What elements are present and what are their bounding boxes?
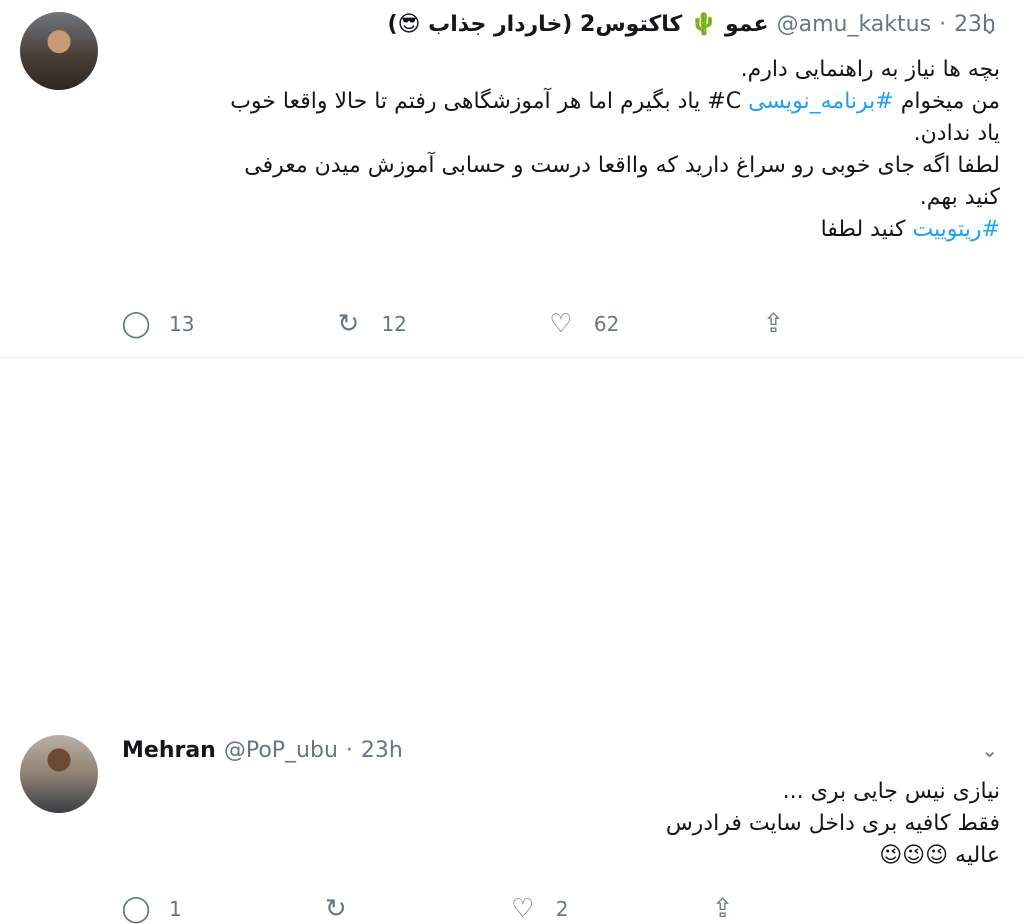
- display-name[interactable]: عمو 🌵 کاکتوس2 (خاردار جذاب 😎): [388, 12, 769, 37]
- share-button[interactable]: ⇪: [758, 309, 788, 339]
- avatar[interactable]: [20, 12, 98, 90]
- retweet-icon: ↻: [324, 894, 347, 924]
- tweet-line: نیازی نیس جایی بری ...: [782, 779, 1000, 804]
- share-button[interactable]: ⇪: [707, 894, 737, 924]
- tweet-line: #ریتوییت کنید لطفا: [820, 217, 1000, 242]
- retweet-button[interactable]: ↻ 12: [333, 309, 407, 339]
- tweet-line: کنید بهم.: [919, 185, 1000, 210]
- tweet-line: یاد ندادن.: [913, 121, 1000, 146]
- retweet-icon: ↻: [337, 309, 360, 339]
- heart-icon: ♡: [549, 309, 573, 339]
- tweet-header: Mehran @PoP_ubu · 23h: [122, 738, 403, 763]
- reply-icon: ◯: [121, 309, 151, 339]
- tweet-2[interactable]: Mehran @PoP_ubu · 23h ⌄ نیازی نیس جایی ب…: [0, 357, 1024, 924]
- share-icon: ⇪: [711, 894, 734, 924]
- timestamp[interactable]: 23h: [361, 738, 403, 763]
- share-icon: ⇪: [762, 309, 785, 339]
- display-name[interactable]: Mehran: [122, 738, 216, 763]
- heart-icon: ♡: [511, 894, 535, 924]
- tweet-line: لطفا اگه جای خوبی رو سراغ دارید که وااقع…: [244, 153, 1000, 178]
- tweet-text: نیازی نیس جایی بری ... فقط کافیه بری داخ…: [580, 776, 1000, 872]
- tweet-actions: ◯ 13 ↻ 12 ♡ 62 ⇪: [121, 309, 788, 339]
- tweet-line: من میخوام #برنامه_نویسی C# یاد بگیرم اما…: [230, 89, 1000, 114]
- tweet-line: بچه ها نیاز به راهنمایی دارم.: [740, 57, 1000, 82]
- tweet-actions: ◯ 1 ↻ ♡ 2 ⇪: [121, 894, 737, 924]
- tweet-line: عالیه 😉😉😉: [879, 843, 1000, 868]
- tweet-text: بچه ها نیاز به راهنمایی دارم. من میخوام …: [120, 54, 1000, 246]
- like-button[interactable]: ♡ 2: [508, 894, 568, 924]
- tweet-1[interactable]: عمو 🌵 کاکتوس2 (خاردار جذاب 😎) @amu_kaktu…: [0, 0, 1024, 357]
- reply-icon: ◯: [121, 894, 151, 924]
- handle[interactable]: @amu_kaktus: [777, 12, 931, 37]
- chevron-down-icon[interactable]: ⌄: [981, 738, 998, 762]
- reply-button[interactable]: ◯ 13: [121, 309, 194, 339]
- avatar[interactable]: [20, 735, 98, 813]
- tweet-header: عمو 🌵 کاکتوس2 (خاردار جذاب 😎) @amu_kaktu…: [388, 12, 997, 37]
- handle[interactable]: @PoP_ubu: [224, 738, 338, 763]
- retweet-button[interactable]: ↻: [321, 894, 369, 924]
- separator-dot: ·: [939, 12, 947, 37]
- reply-button[interactable]: ◯ 1: [121, 894, 181, 924]
- like-button[interactable]: ♡ 62: [546, 309, 619, 339]
- separator-dot: ·: [345, 738, 353, 763]
- chevron-down-icon[interactable]: ⌄: [981, 15, 998, 39]
- tweet-line: فقط کافیه بری داخل سایت فرادرس: [665, 811, 1000, 836]
